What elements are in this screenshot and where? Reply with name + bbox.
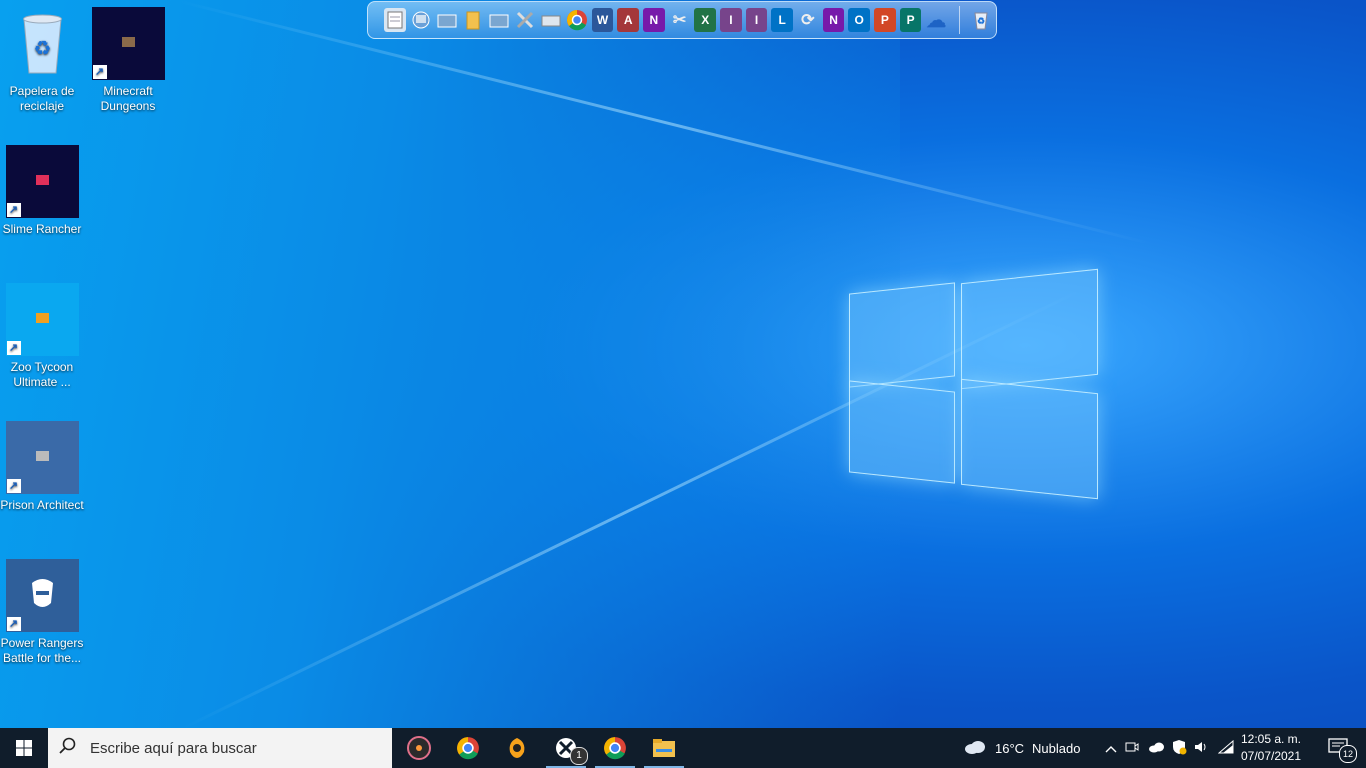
start-button[interactable] <box>0 728 48 768</box>
taskbar-app-music-player[interactable] <box>395 728 443 768</box>
sync-icon[interactable]: ⟳ <box>797 8 819 32</box>
security-warning-icon[interactable] <box>1168 739 1190 758</box>
desktop-icon-label: Minecraft Dungeons <box>100 84 156 113</box>
app-dock: W A N ✂ X I I L ⟳ N O P P ☁ ♻ <box>367 1 997 39</box>
publisher-icon[interactable]: P <box>899 8 922 32</box>
recycle-bin-icon[interactable]: ♻ <box>970 8 992 32</box>
lync-icon[interactable]: L <box>771 8 794 32</box>
meet-now-icon[interactable] <box>1120 740 1144 757</box>
desktop-icon-minecraft-dungeons[interactable]: ↗ Minecraft Dungeons <box>86 7 170 114</box>
chevron-up-icon[interactable] <box>1102 741 1120 756</box>
shortcut-arrow-icon: ↗ <box>92 65 107 79</box>
desktop-icon-label: Power Rangers Battle for the... <box>0 636 84 665</box>
weather-condition: Nublado <box>1032 740 1081 756</box>
taskbar-app-chrome[interactable] <box>444 728 492 768</box>
onedrive-icon[interactable]: ☁ <box>925 8 947 32</box>
clock-date: 07/07/2021 <box>1240 749 1302 763</box>
desktop-icon-recycle-bin[interactable]: ♻ Papelera de reciclaje <box>0 7 84 114</box>
taskbar-app-xbox[interactable]: 1 <box>542 728 590 768</box>
powerpoint-icon[interactable]: P <box>874 8 896 32</box>
taskbar: 1 16°C Nublado 12:05 a. m. 07/07/2021 12 <box>0 728 1366 768</box>
excel-icon[interactable]: X <box>694 8 717 32</box>
system-tray <box>1102 728 1240 768</box>
windows-logo-wallpaper <box>849 258 1098 510</box>
shortcut-arrow-icon: ↗ <box>6 341 21 355</box>
snipping-icon[interactable]: ✂ <box>669 8 691 32</box>
search-input[interactable] <box>88 738 372 758</box>
tools-icon[interactable] <box>514 8 536 32</box>
power-rangers-icon: ↗ <box>5 559 79 632</box>
chrome-icon <box>457 737 479 760</box>
infopath-2-icon[interactable]: I <box>745 8 768 32</box>
taskbar-clock[interactable]: 12:05 a. m. 07/07/2021 <box>1236 731 1306 765</box>
taskbar-search-box[interactable] <box>48 728 392 768</box>
word-icon[interactable]: W <box>591 8 614 32</box>
desktop-icon-slime-rancher[interactable]: ↗ Slime Rancher <box>0 145 84 237</box>
desktop-icon-prison-architect[interactable]: ↗ Prison Architect <box>0 421 84 513</box>
infopath-icon[interactable]: I <box>720 8 742 32</box>
taskbar-app-fl-studio[interactable] <box>493 728 541 768</box>
recycle-bin-icon: ♻ <box>6 7 79 80</box>
onenote-2-icon[interactable]: N <box>822 8 845 32</box>
desktop-icon-label: Papelera de reciclaje <box>9 84 75 113</box>
svg-text:♻: ♻ <box>33 38 51 60</box>
prison-architect-icon: ↗ <box>5 421 79 494</box>
chrome-icon <box>604 737 626 760</box>
svg-text:♻: ♻ <box>977 16 985 26</box>
desktop-icon-power-rangers[interactable]: ↗ Power Rangers Battle for the... <box>0 559 84 666</box>
folder-open-icon[interactable] <box>436 8 458 32</box>
desktop-icon-label: Zoo Tycoon Ultimate ... <box>10 360 74 389</box>
music-player-icon <box>407 736 431 760</box>
slime-rancher-icon: ↗ <box>5 145 79 218</box>
notification-count-badge: 12 <box>1339 745 1357 763</box>
folder-open-2-icon[interactable] <box>488 8 510 32</box>
chrome-icon[interactable] <box>566 8 588 32</box>
desktop-icon-zoo-tycoon[interactable]: ↗ Zoo Tycoon Ultimate ... <box>0 283 84 390</box>
file-explorer-icon <box>653 739 675 757</box>
notepad-icon[interactable] <box>384 8 406 32</box>
weather-temp: 16°C <box>995 740 1025 756</box>
access-icon[interactable]: A <box>617 8 640 32</box>
xbox-badge: 1 <box>570 747 588 765</box>
dock-separator <box>959 6 960 34</box>
cloud-icon <box>963 739 987 758</box>
desktop-icon-label: Prison Architect <box>0 498 84 512</box>
windows-icon <box>16 740 32 756</box>
fl-studio-icon <box>509 738 525 758</box>
shortcut-arrow-icon: ↗ <box>6 617 21 631</box>
notification-center-button[interactable]: 12 <box>1328 737 1357 763</box>
desktop-icon-label: Slime Rancher <box>2 222 82 236</box>
minecraft-dungeons-icon: ↗ <box>91 7 165 80</box>
volume-icon[interactable] <box>1190 740 1212 757</box>
outlook-icon[interactable]: O <box>848 8 871 32</box>
zoo-tycoon-icon: ↗ <box>5 283 79 356</box>
folder-icon[interactable] <box>462 8 484 32</box>
search-icon <box>48 737 88 760</box>
network-icon[interactable] <box>410 8 432 32</box>
taskbar-app-chrome-2[interactable] <box>591 728 639 768</box>
onedrive-icon[interactable] <box>1144 741 1168 756</box>
scanner-icon[interactable] <box>540 8 562 32</box>
onenote-icon[interactable]: N <box>643 8 665 32</box>
shortcut-arrow-icon: ↗ <box>6 479 21 493</box>
clock-time: 12:05 a. m. <box>1240 732 1302 746</box>
weather-widget[interactable]: 16°C Nublado <box>963 728 1080 768</box>
shortcut-arrow-icon: ↗ <box>6 203 21 217</box>
taskbar-app-file-explorer[interactable] <box>640 728 688 768</box>
